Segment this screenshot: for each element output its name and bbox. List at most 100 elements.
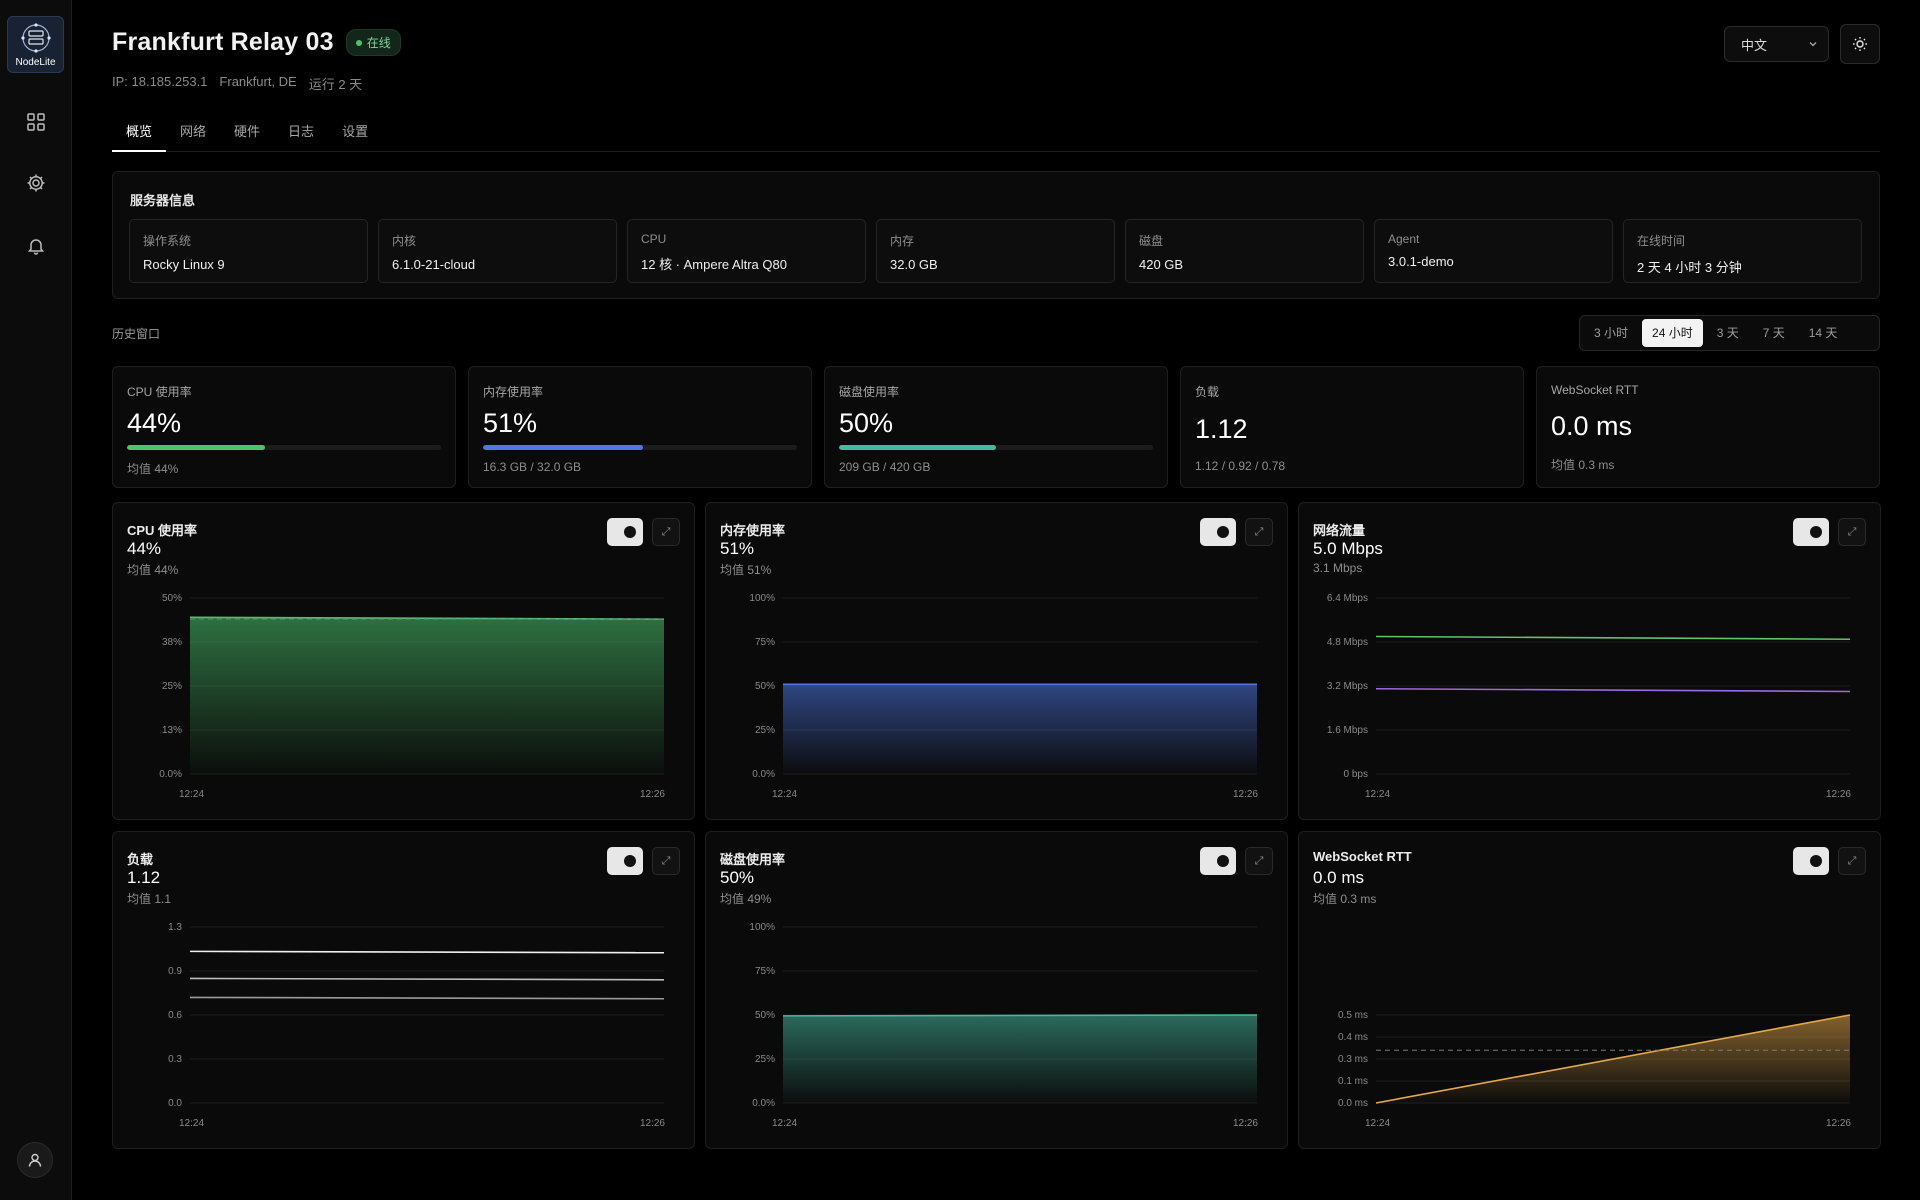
theme-toggle-button[interactable] (1840, 24, 1880, 64)
chart-toggle[interactable] (1200, 518, 1236, 546)
series-line (189, 950, 665, 954)
y-tick-label: 0.0% (752, 1098, 775, 1109)
app-logo[interactable]: NodeLite (7, 16, 64, 73)
info-card-disk: 磁盘 420 GB (1125, 219, 1364, 283)
chart-card-load: 1.3 0.9 0.6 0.3 0.0 12:24 12:26 负载 1.12 均值 1.1… (112, 831, 695, 1149)
status-badge: 在线 (345, 29, 401, 56)
info-card-cpu: CPU 12 核 · Ampere Altra Q80 (627, 219, 866, 283)
range-24h-button[interactable]: 24 小时 (1642, 319, 1703, 347)
x-tick-label: 12:24 (1365, 789, 1390, 800)
tab-network[interactable]: 网络 (166, 122, 220, 152)
info-label: 操作系统 (143, 234, 192, 248)
stat-card-websocket-rtt: WebSocket RTT 0.0 ms 均值 0.3 ms (1536, 366, 1880, 488)
server-location: Frankfurt, DE (219, 74, 297, 89)
expand-icon: ⤢ (661, 854, 671, 867)
toggle-knob (1217, 855, 1229, 867)
history-range-selector: 3 小时 24 小时 3 天 7 天 14 天 (1579, 315, 1880, 351)
language-select[interactable]: 中文 (1724, 26, 1829, 62)
stat-label: 内存使用率 (483, 385, 544, 399)
x-tick-label: 12:24 (1365, 1118, 1390, 1129)
info-value: 420 GB (1139, 257, 1184, 272)
title-row: Frankfurt Relay 03 在线 (112, 28, 401, 57)
y-tick-label: 50% (755, 1010, 775, 1021)
stat-card-load: 负载 1.12 1.12 / 0.92 / 0.78 (1180, 366, 1524, 488)
chart-toggle[interactable] (1200, 847, 1236, 875)
server-info-title: 服务器信息 (130, 193, 196, 208)
chart-card-cpu: 50% 38% 25% 13% 0.0% 12:24 12:26 CPU 使用率 44% 均… (112, 502, 695, 820)
y-tick-label: 50% (755, 681, 775, 692)
x-tick-label: 12:26 (1233, 789, 1258, 800)
range-3h-button[interactable]: 3 小时 (1584, 319, 1638, 347)
chart-toggle[interactable] (1793, 847, 1829, 875)
chart-card-websocket-rtt: 0.5 ms 0.4 ms 0.3 ms 0.1 ms 0.0 ms 12:24 12:26… (1298, 831, 1881, 1149)
y-tick-label: 0.0% (752, 769, 775, 780)
expand-button[interactable]: ⤢ (652, 847, 680, 875)
expand-icon: ⤢ (1847, 525, 1857, 538)
chart-value: 0.0 ms (1313, 868, 1365, 887)
chart-value: 51% (720, 539, 755, 558)
y-tick-label: 0.4 ms (1338, 1032, 1368, 1043)
chart-title: 负载 (127, 852, 154, 867)
chart-sub: 均值 1.1 (127, 892, 172, 906)
toggle-knob (624, 855, 636, 867)
y-tick-label: 0.1 ms (1338, 1076, 1368, 1087)
stat-value: 44% (127, 408, 182, 438)
grid-icon (27, 113, 45, 131)
chart-toggle[interactable] (1793, 518, 1829, 546)
history-window-label: 历史窗口 (112, 327, 161, 341)
y-tick-label: 25% (755, 725, 775, 736)
info-value: 3.0.1-demo (1388, 254, 1454, 269)
expand-button[interactable]: ⤢ (652, 518, 680, 546)
info-label: 在线时间 (1637, 234, 1686, 248)
y-tick-label: 0 bps (1344, 769, 1368, 780)
logo-text: NodeLite (15, 57, 56, 68)
expand-icon: ⤢ (1254, 525, 1264, 538)
y-tick-label: 38% (162, 637, 182, 648)
expand-button[interactable]: ⤢ (1838, 518, 1866, 546)
expand-icon: ⤢ (1254, 854, 1264, 867)
chart-sub: 均值 49% (720, 892, 772, 906)
y-tick-label: 25% (755, 1054, 775, 1065)
y-tick-label: 0.0 ms (1338, 1098, 1368, 1109)
tab-logs[interactable]: 日志 (274, 122, 328, 152)
chart-toggle[interactable] (607, 847, 643, 875)
status-dot-icon (355, 39, 362, 46)
expand-button[interactable]: ⤢ (1838, 847, 1866, 875)
sidebar-item-dashboard[interactable] (23, 109, 49, 135)
y-tick-label: 0.3 ms (1338, 1054, 1368, 1065)
sidebar-item-settings[interactable] (23, 170, 49, 196)
x-tick-label: 12:24 (772, 789, 797, 800)
user-menu-button[interactable] (17, 1142, 53, 1178)
info-card-os: 操作系统 Rocky Linux 9 (129, 219, 368, 283)
y-tick-label: 0.6 (168, 1010, 182, 1021)
info-card-agent: Agent 3.0.1-demo (1374, 219, 1613, 283)
language-value: 中文 (1741, 37, 1768, 53)
stat-card-disk: 磁盘使用率 50% 209 GB / 420 GB (824, 366, 1168, 488)
sidebar-item-alerts[interactable] (23, 233, 49, 259)
tab-bar: 概览 网络 硬件 日志 设置 (112, 122, 1880, 152)
stat-card-memory: 内存使用率 51% 16.3 GB / 32.0 GB (468, 366, 812, 488)
info-label: Agent (1388, 232, 1420, 246)
series-line (1375, 687, 1851, 693)
range-7d-button[interactable]: 7 天 (1753, 319, 1795, 347)
info-label: CPU (641, 232, 667, 246)
y-tick-label: 3.2 Mbps (1327, 681, 1368, 692)
chart-title: CPU 使用率 (127, 523, 198, 538)
user-icon (28, 1153, 42, 1167)
range-3d-button[interactable]: 3 天 (1707, 319, 1749, 347)
tab-hardware[interactable]: 硬件 (220, 122, 274, 152)
x-tick-label: 12:26 (640, 1118, 665, 1129)
tab-settings[interactable]: 设置 (328, 122, 382, 152)
y-tick-label: 75% (755, 637, 775, 648)
expand-button[interactable]: ⤢ (1245, 518, 1273, 546)
stat-sub: 1.12 / 0.92 / 0.78 (1195, 459, 1286, 473)
info-card-online-time: 在线时间 2 天 4 小时 3 分钟 (1623, 219, 1862, 283)
range-14d-button[interactable]: 14 天 (1799, 319, 1848, 347)
chart-card-memory: 100% 75% 50% 25% 0.0% 12:24 12:26 内存使用率 51% 均值… (705, 502, 1288, 820)
stat-value: 51% (483, 408, 538, 438)
chart-toggle[interactable] (607, 518, 643, 546)
tab-overview[interactable]: 概览 (112, 122, 167, 152)
y-tick-label: 0.0 (168, 1098, 182, 1109)
y-tick-label: 100% (749, 922, 775, 933)
expand-button[interactable]: ⤢ (1245, 847, 1273, 875)
